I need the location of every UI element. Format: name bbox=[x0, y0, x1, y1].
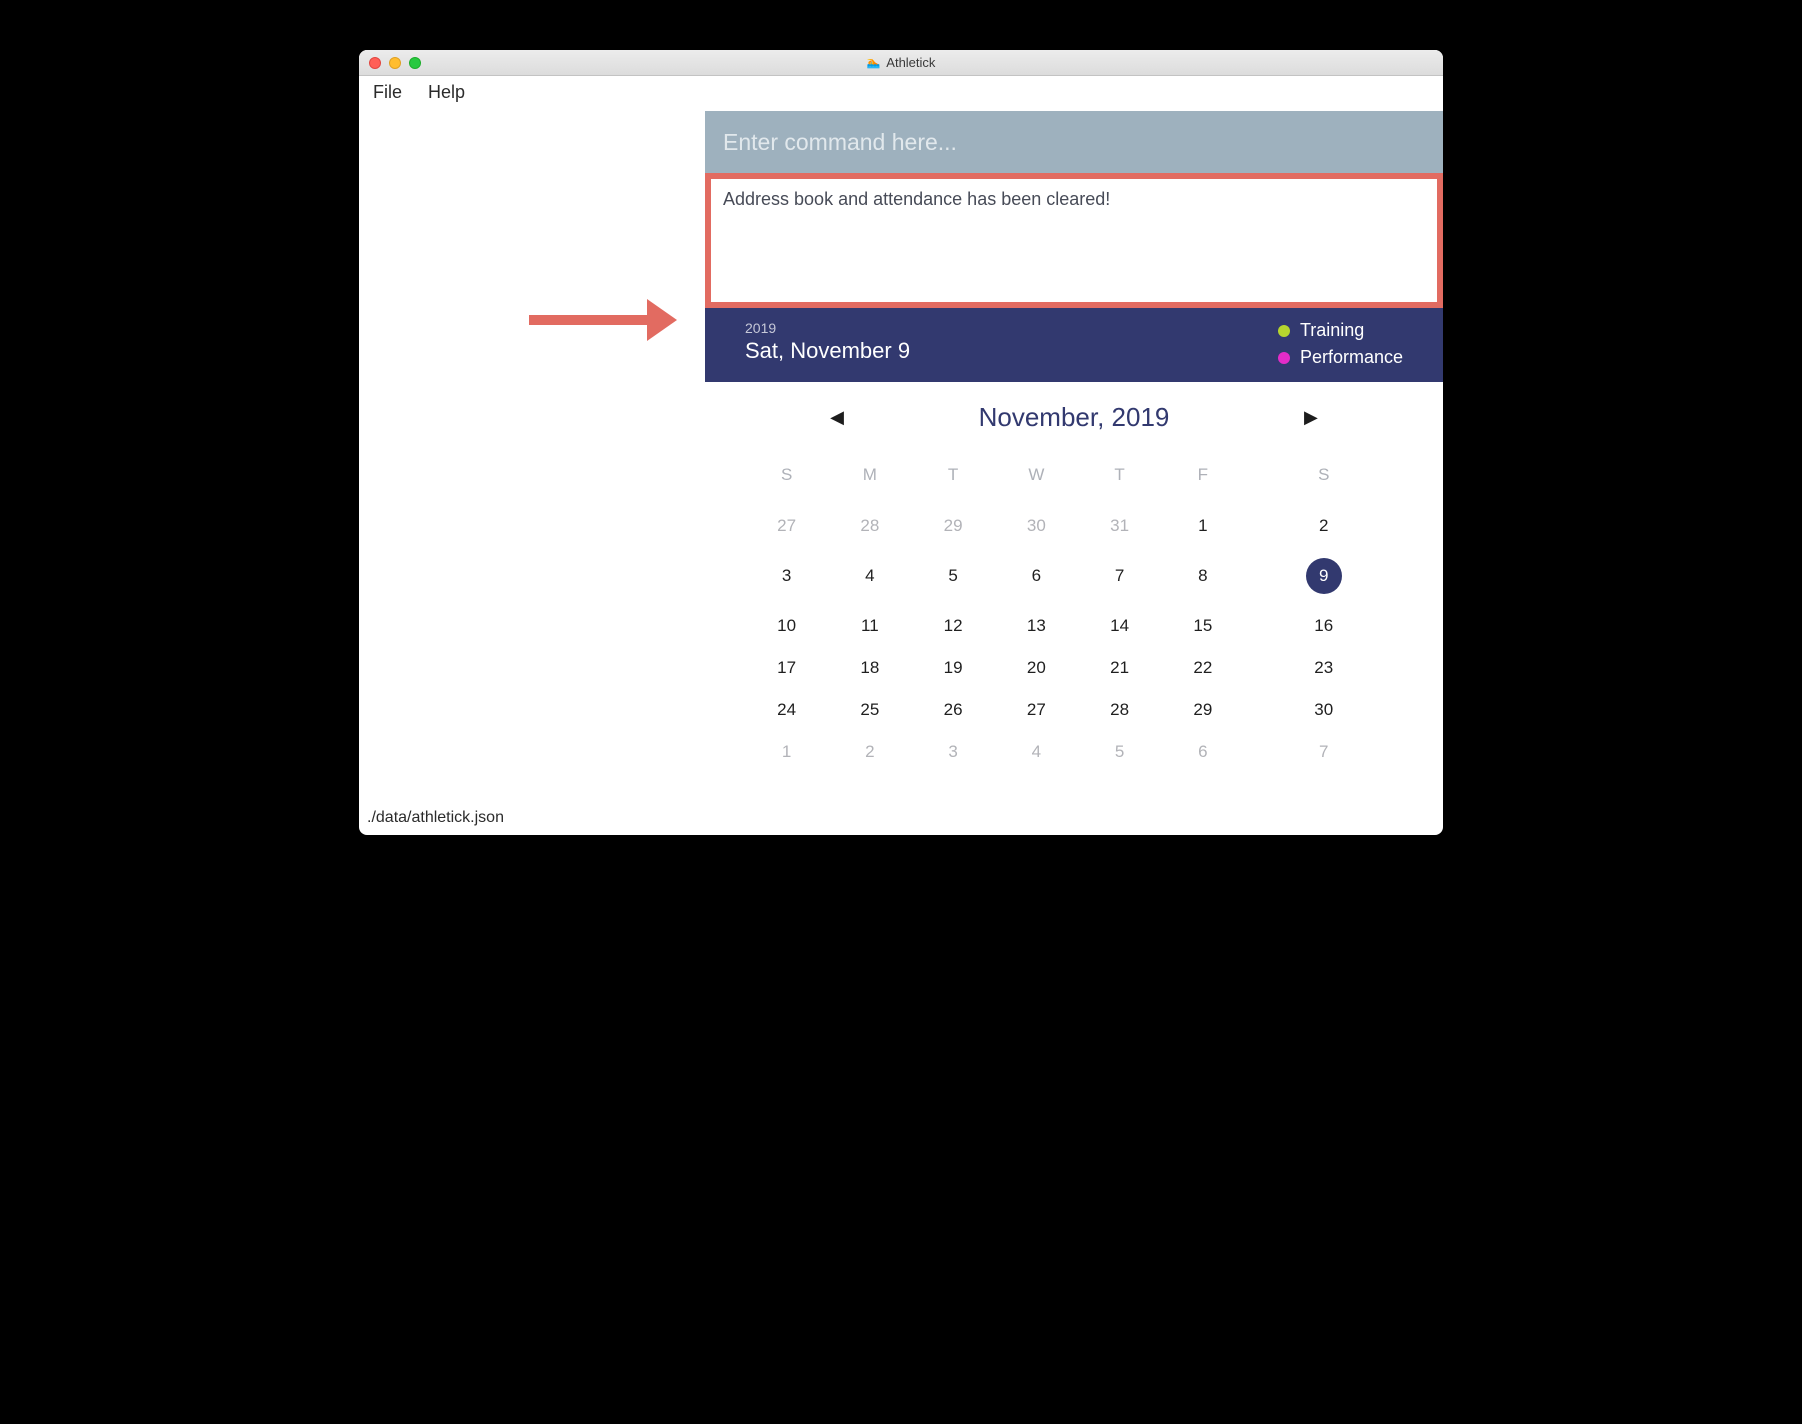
calendar-day-header: S bbox=[745, 455, 828, 505]
calendar-cell[interactable]: 2 bbox=[828, 731, 911, 773]
calendar-cell[interactable]: 9 bbox=[1245, 547, 1404, 605]
calendar-cell[interactable]: 29 bbox=[912, 505, 995, 547]
calendar-cell[interactable]: 4 bbox=[828, 547, 911, 605]
calendar-cell[interactable]: 10 bbox=[745, 605, 828, 647]
calendar-day-header: T bbox=[912, 455, 995, 505]
calendar-cell[interactable]: 3 bbox=[745, 547, 828, 605]
calendar-title: November, 2019 bbox=[954, 402, 1194, 433]
calendar-cell[interactable]: 13 bbox=[995, 605, 1078, 647]
next-month-button[interactable]: ▶ bbox=[1304, 407, 1318, 428]
calendar-day-header: W bbox=[995, 455, 1078, 505]
calendar-area: ◀ November, 2019 ▶ SMTWTFS 2728293031123… bbox=[705, 382, 1443, 803]
calendar-cell[interactable]: 20 bbox=[995, 647, 1078, 689]
calendar-cell[interactable]: 23 bbox=[1245, 647, 1404, 689]
title-center: 🏊 Athletick bbox=[359, 55, 1443, 70]
calendar-day-header: M bbox=[828, 455, 911, 505]
status-path: ./data/athletick.json bbox=[367, 809, 504, 826]
calendar-cell[interactable]: 7 bbox=[1078, 547, 1161, 605]
calendar-cell[interactable]: 1 bbox=[745, 731, 828, 773]
date-left: 2019 Sat, November 9 bbox=[745, 320, 910, 368]
calendar-cell[interactable]: 5 bbox=[1078, 731, 1161, 773]
calendar-cell[interactable]: 27 bbox=[745, 505, 828, 547]
command-bar bbox=[705, 111, 1443, 173]
menu-file[interactable]: File bbox=[373, 82, 402, 103]
legend: Training Performance bbox=[1278, 320, 1403, 368]
calendar-day-header: S bbox=[1245, 455, 1404, 505]
calendar-nav: ◀ November, 2019 ▶ bbox=[745, 402, 1403, 433]
calendar-cell[interactable]: 6 bbox=[995, 547, 1078, 605]
calendar-cell[interactable]: 26 bbox=[912, 689, 995, 731]
date-header: 2019 Sat, November 9 Training Performanc… bbox=[705, 308, 1443, 382]
header-year: 2019 bbox=[745, 320, 910, 336]
calendar-cell[interactable]: 28 bbox=[1078, 689, 1161, 731]
result-message: Address book and attendance has been cle… bbox=[723, 189, 1110, 209]
calendar-grid: SMTWTFS 27282930311234567891011121314151… bbox=[745, 455, 1403, 773]
status-bar: ./data/athletick.json bbox=[359, 803, 1443, 835]
swimmer-icon: 🏊 bbox=[867, 56, 881, 69]
titlebar: 🏊 Athletick bbox=[359, 50, 1443, 76]
calendar-day-header: F bbox=[1161, 455, 1244, 505]
calendar-cell[interactable]: 2 bbox=[1245, 505, 1404, 547]
calendar-cell[interactable]: 14 bbox=[1078, 605, 1161, 647]
calendar-cell[interactable]: 4 bbox=[995, 731, 1078, 773]
calendar-cell[interactable]: 16 bbox=[1245, 605, 1404, 647]
annotation-arrow bbox=[529, 299, 699, 339]
window-title: Athletick bbox=[886, 55, 935, 70]
calendar-cell[interactable]: 25 bbox=[828, 689, 911, 731]
calendar-cell[interactable]: 17 bbox=[745, 647, 828, 689]
calendar-cell[interactable]: 24 bbox=[745, 689, 828, 731]
calendar-cell[interactable]: 22 bbox=[1161, 647, 1244, 689]
calendar-cell[interactable]: 3 bbox=[912, 731, 995, 773]
legend-training-label: Training bbox=[1300, 320, 1364, 341]
calendar-cell[interactable]: 30 bbox=[995, 505, 1078, 547]
header-date: Sat, November 9 bbox=[745, 338, 910, 364]
calendar-selected-day[interactable]: 9 bbox=[1306, 558, 1342, 594]
calendar-cell[interactable]: 21 bbox=[1078, 647, 1161, 689]
menu-help[interactable]: Help bbox=[428, 82, 465, 103]
result-panel: Address book and attendance has been cle… bbox=[705, 173, 1443, 308]
calendar-cell[interactable]: 27 bbox=[995, 689, 1078, 731]
legend-performance-label: Performance bbox=[1300, 347, 1403, 368]
calendar-cell[interactable]: 5 bbox=[912, 547, 995, 605]
calendar-cell[interactable]: 1 bbox=[1161, 505, 1244, 547]
calendar-cell[interactable]: 8 bbox=[1161, 547, 1244, 605]
calendar-cell[interactable]: 11 bbox=[828, 605, 911, 647]
calendar-cell[interactable]: 12 bbox=[912, 605, 995, 647]
calendar-day-header: T bbox=[1078, 455, 1161, 505]
calendar-cell[interactable]: 29 bbox=[1161, 689, 1244, 731]
calendar-cell[interactable]: 28 bbox=[828, 505, 911, 547]
training-dot-icon bbox=[1278, 325, 1290, 337]
calendar-cell[interactable]: 31 bbox=[1078, 505, 1161, 547]
calendar-cell[interactable]: 15 bbox=[1161, 605, 1244, 647]
prev-month-button[interactable]: ◀ bbox=[830, 407, 844, 428]
legend-performance: Performance bbox=[1278, 347, 1403, 368]
calendar-cell[interactable]: 18 bbox=[828, 647, 911, 689]
main-panel: Address book and attendance has been cle… bbox=[705, 111, 1443, 803]
performance-dot-icon bbox=[1278, 352, 1290, 364]
calendar-cell[interactable]: 19 bbox=[912, 647, 995, 689]
body-row: Address book and attendance has been cle… bbox=[359, 111, 1443, 803]
menubar: File Help bbox=[359, 76, 1443, 111]
app-window: 🏊 Athletick File Help Address book and a… bbox=[359, 50, 1443, 835]
calendar-cell[interactable]: 7 bbox=[1245, 731, 1404, 773]
legend-training: Training bbox=[1278, 320, 1403, 341]
command-input[interactable] bbox=[723, 129, 1425, 156]
calendar-cell[interactable]: 30 bbox=[1245, 689, 1404, 731]
calendar-cell[interactable]: 6 bbox=[1161, 731, 1244, 773]
left-gutter bbox=[359, 111, 705, 803]
